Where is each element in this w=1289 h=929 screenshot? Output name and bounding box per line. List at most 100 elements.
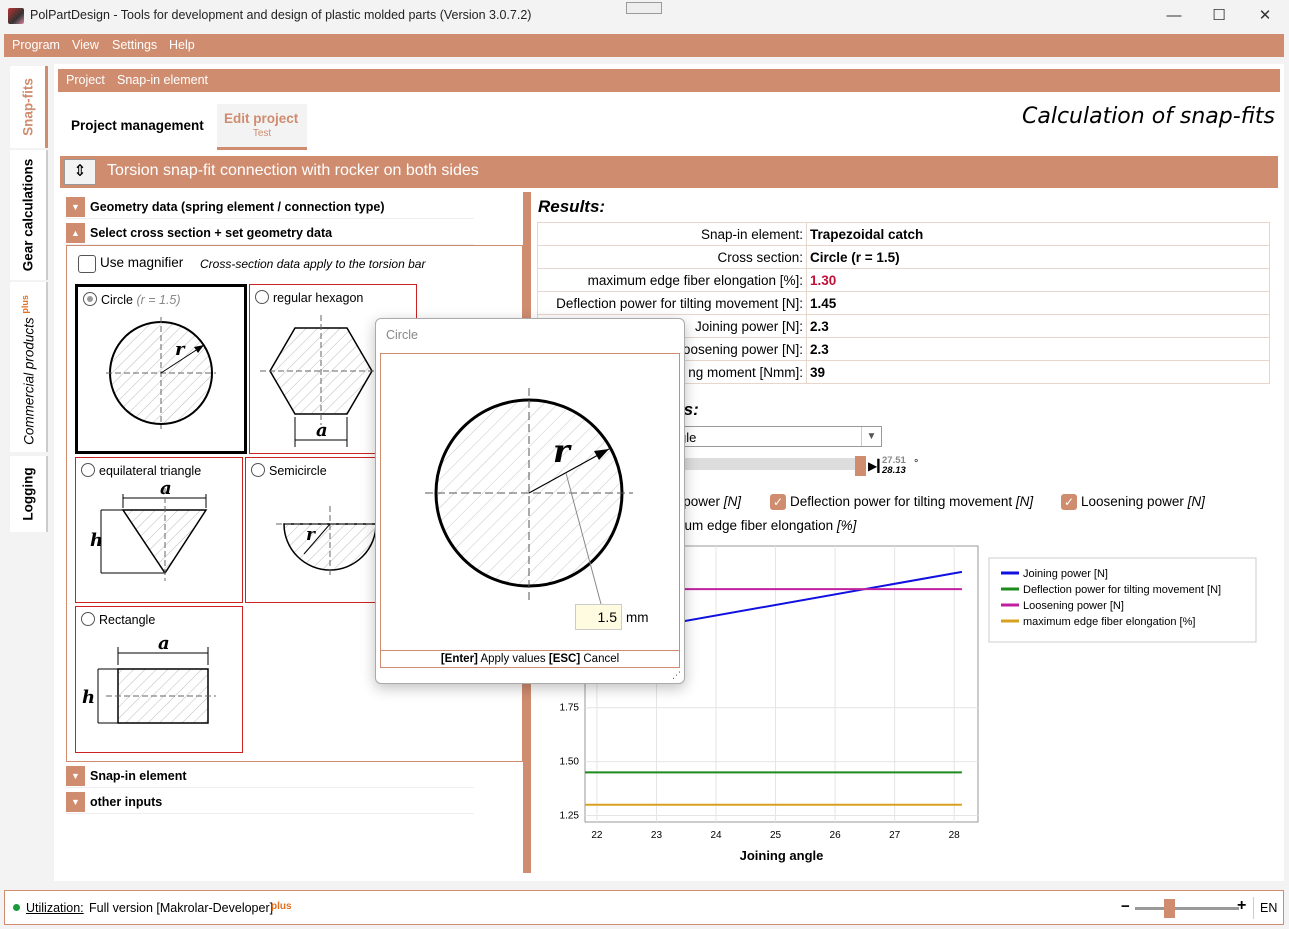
side-tab-snapfits[interactable]: Snap-fits [10,66,48,148]
popup-r-label: r [553,432,572,470]
circle-input-popup: Circle r 1.5 mm [Enter] Apply values [ES… [375,318,685,684]
slider-value-bottom: 28.13 [882,465,906,476]
result-row: Deflection power for tilting movement [N… [537,291,1270,315]
page-title: Calculation of snap-fits [1021,104,1275,129]
circle-diagram: r [106,317,216,429]
radius-input[interactable]: 1.5 [575,604,622,630]
accordion-geometry[interactable]: ▼ Geometry data (spring element / connec… [66,195,474,219]
zoom-slider-track[interactable] [1135,907,1239,910]
side-tab-snapfits-label: Snap-fits [20,78,35,136]
tab-project-management[interactable]: Project management [64,104,214,150]
checkbox-deflection[interactable]: ✓ [770,494,786,510]
result-value: 2.3 [806,337,1270,361]
x-tick-label: 23 [651,830,663,841]
rectangle-radio[interactable] [81,612,95,626]
window-grip-handle[interactable] [626,2,662,14]
y-tick-label: 1.50 [560,757,580,768]
result-value: 1.30 [806,268,1270,292]
shape-semicircle-option[interactable]: Semicircle r [245,457,379,603]
x-axis-label: Joining angle [740,848,824,863]
accordion-other[interactable]: ▼ other inputs [66,790,474,814]
plus-badge: plus [19,295,30,314]
svg-text:r: r [306,525,316,545]
svg-text:a: a [158,633,170,654]
svg-text:h: h [90,530,103,551]
tab-project-management-label: Project management [71,118,204,133]
legend-item: Deflection power for tilting movement [N… [1023,584,1221,596]
menu-view[interactable]: View [72,38,99,52]
shape-triangle-option[interactable]: equilateral triangle a h [75,457,243,603]
check-deflection-label: Deflection power for tilting movement [790,494,1013,509]
circle-large-diagram: r [425,388,633,605]
utilization-link[interactable]: Utilization: [26,901,84,915]
section-title: Torsion snap-fit connection with rocker … [107,162,479,179]
legend-item: Joining power [N] [1023,568,1108,580]
popup-hint: [Enter] Apply values [ESC] Cancel [381,650,679,667]
shape-rectangle-option[interactable]: Rectangle a h [75,606,243,753]
minimize-button[interactable]: — [1151,4,1197,28]
apply-values-button[interactable]: Apply values [480,653,545,665]
result-value: Trapezoidal catch [806,222,1270,246]
tab-edit-project-label: Edit project [224,111,299,126]
checkbox-loosening[interactable]: ✓ [1061,494,1077,510]
tab-edit-project[interactable]: Edit project Test [217,104,307,150]
hexagon-radio[interactable] [255,290,269,304]
chevron-down-icon: ▼ [66,766,85,786]
check-elongation[interactable]: num edge fiber elongation [%] [677,518,856,533]
zoom-slider-thumb[interactable] [1164,899,1175,918]
language-button[interactable]: EN [1260,901,1277,915]
magnifier-checkbox[interactable] [78,255,96,273]
side-tab-gear[interactable]: Gear calculations [10,150,48,280]
zoom-in-button[interactable]: + [1237,897,1246,915]
legend-item: Loosening power [N] [1023,600,1124,612]
menu-program[interactable]: Program [12,38,60,52]
x-axis-select[interactable]: gle ▼ [672,426,882,447]
check-elongation-label: num edge fiber elongation [677,518,834,533]
check-loosening-label: Loosening power [1081,494,1184,509]
x-tick-label: 26 [830,830,842,841]
circle-radio[interactable] [83,292,97,306]
accordion-geometry-label: Geometry data (spring element / connecti… [90,200,385,214]
result-row: Snap-in element: Trapezoidal catch [537,222,1270,246]
version-label: Full version [Makrolar-Developer] [89,901,274,915]
result-value: 39 [806,360,1270,384]
app-logo-icon [8,8,24,24]
chevron-down-icon: ▼ [861,427,881,446]
angle-slider-thumb[interactable] [855,456,866,476]
side-tab-commercial[interactable]: Commercial products plus [10,282,48,452]
x-tick-label: 22 [591,830,603,841]
cancel-button[interactable]: Cancel [583,653,619,665]
angle-slider-track[interactable] [672,458,857,470]
result-row: maximum edge fiber elongation [%]: 1.30 [537,268,1270,292]
accordion-snap-in[interactable]: ▼ Snap-in element [66,764,474,788]
menu-help[interactable]: Help [169,38,195,52]
degree-symbol: ° [914,458,919,470]
check-loosening[interactable]: Loosening power [N] [1081,494,1205,509]
resize-grip-icon[interactable]: ⋰ [672,670,681,681]
rectangle-diagram: a h [82,633,216,724]
result-value: Circle (r = 1.5) [806,245,1270,269]
side-tab-logging[interactable]: Logging [10,456,48,532]
maximize-button[interactable]: ☐ [1196,4,1242,28]
breadcrumb-project[interactable]: Project [66,73,105,87]
close-button[interactable]: ✕ [1242,4,1288,28]
result-key: maximum edge fiber elongation [%]: [537,268,807,292]
shape-circle-option[interactable]: Circle (r = 1.5) r [75,284,247,454]
breadcrumb-snap-in[interactable]: Snap-in element [117,73,208,87]
x-tick-label: 25 [770,830,782,841]
triangle-radio[interactable] [81,463,95,477]
result-row: Cross section: Circle (r = 1.5) [537,245,1270,269]
legend-item: maximum edge fiber elongation [%] [1023,616,1195,628]
collapse-toggle-icon[interactable]: ⇕ [64,159,96,185]
zoom-out-button[interactable]: − [1121,898,1130,915]
x-tick-label: 24 [710,830,722,841]
result-key: Deflection power for tilting movement [N… [537,291,807,315]
chevron-down-icon: ▼ [66,792,85,812]
check-deflection[interactable]: Deflection power for tilting movement [N… [790,494,1033,509]
semicircle-radio[interactable] [251,463,265,477]
accordion-cross-section[interactable]: ▲ Select cross section + set geometry da… [66,221,474,245]
check-elongation-unit: [%] [836,518,857,533]
menu-settings[interactable]: Settings [112,38,157,52]
esc-key: [ESC] [548,653,581,665]
triangle-diagram: a h [90,478,208,581]
